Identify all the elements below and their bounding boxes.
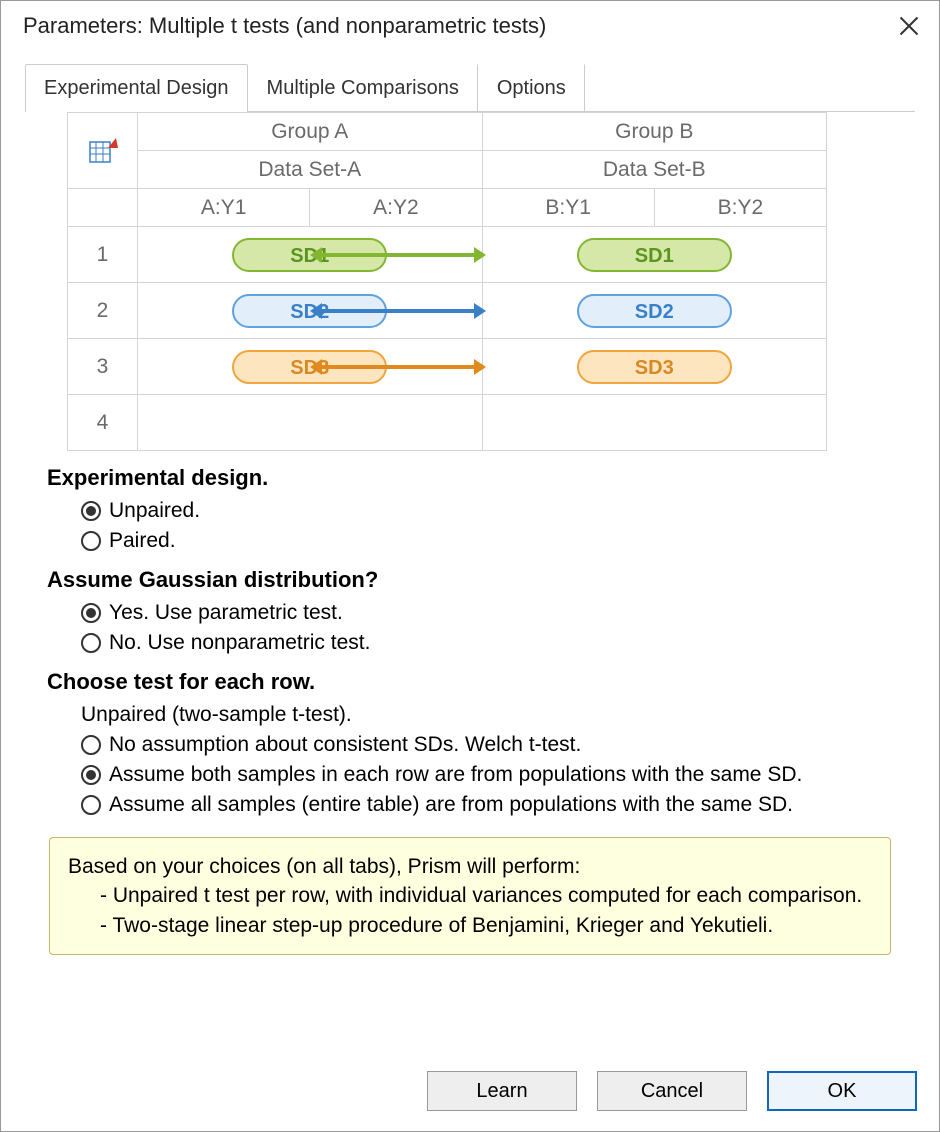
dialog-content: Experimental Design Multiple Comparisons… [1, 63, 939, 955]
cancel-button[interactable]: Cancel [597, 1071, 747, 1111]
row-header-2: 2 [68, 283, 138, 339]
col-header-group-b: Group B [482, 113, 827, 151]
tab-label: Multiple Comparisons [267, 77, 459, 99]
learn-button[interactable]: Learn [427, 1071, 577, 1111]
section-heading-gaussian: Assume Gaussian distribution? [47, 567, 915, 593]
radiogroup-design: Unpaired. Paired. [81, 499, 915, 553]
row-header-blank [68, 189, 138, 227]
button-label: Cancel [641, 1080, 703, 1103]
button-label: Learn [476, 1080, 527, 1103]
row-header-1: 1 [68, 227, 138, 283]
section-heading-test: Choose test for each row. [47, 669, 915, 695]
data-table-icon [88, 136, 118, 166]
col-header-by2: B:Y2 [654, 189, 826, 227]
cell-sd1-b: SD1 [482, 227, 827, 283]
tab-label: Options [497, 77, 566, 99]
radio-icon [81, 735, 101, 755]
sd-pill: SD1 [577, 238, 732, 272]
close-icon[interactable] [897, 14, 921, 38]
radio-label: Assume both samples in each row are from… [109, 763, 802, 787]
radiogroup-gaussian: Yes. Use parametric test. No. Use nonpar… [81, 601, 915, 655]
tab-experimental-design[interactable]: Experimental Design [25, 64, 248, 112]
sd-pill: SD2 [577, 294, 732, 328]
radio-icon [81, 531, 101, 551]
empty-cell [482, 395, 827, 451]
section-heading-design: Experimental design. [47, 465, 915, 491]
radio-unpaired[interactable]: Unpaired. [81, 499, 915, 523]
comparison-arrow-icon [318, 253, 478, 257]
comparison-arrow-icon [318, 309, 478, 313]
radio-paired[interactable]: Paired. [81, 529, 915, 553]
row-header-4: 4 [68, 395, 138, 451]
summary-panel: Based on your choices (on all tabs), Pri… [49, 837, 891, 955]
tab-multiple-comparisons[interactable]: Multiple Comparisons [248, 64, 478, 112]
dialog-window: Parameters: Multiple t tests (and nonpar… [0, 0, 940, 1132]
diagram-table: Group A Group B Data Set-A Data Set-B A:… [67, 112, 827, 451]
radio-icon [81, 633, 101, 653]
radio-label: No assumption about consistent SDs. Welc… [109, 733, 581, 757]
col-header-by1: B:Y1 [482, 189, 654, 227]
radio-label: Paired. [109, 529, 176, 553]
radio-label: Yes. Use parametric test. [109, 601, 343, 625]
radio-same-sd-row[interactable]: Assume both samples in each row are from… [81, 763, 915, 787]
col-header-ay2: A:Y2 [310, 189, 482, 227]
button-label: OK [828, 1080, 857, 1103]
table-icon-cell [68, 113, 138, 189]
summary-line: Based on your choices (on all tabs), Pri… [68, 852, 872, 881]
radio-label: Assume all samples (entire table) are fr… [109, 793, 793, 817]
radiogroup-test: No assumption about consistent SDs. Welc… [81, 733, 915, 817]
ok-button[interactable]: OK [767, 1071, 917, 1111]
tab-strip: Experimental Design Multiple Comparisons… [25, 63, 915, 112]
cell-sd2-b: SD2 [482, 283, 827, 339]
radio-same-sd-table[interactable]: Assume all samples (entire table) are fr… [81, 793, 915, 817]
radio-label: Unpaired. [109, 499, 200, 523]
radio-icon [81, 603, 101, 623]
dialog-title: Parameters: Multiple t tests (and nonpar… [23, 13, 546, 39]
radio-icon [81, 795, 101, 815]
col-header-ay1: A:Y1 [138, 189, 310, 227]
title-bar: Parameters: Multiple t tests (and nonpar… [1, 1, 939, 53]
comparison-arrow-icon [318, 365, 478, 369]
empty-cell [138, 395, 483, 451]
tab-label: Experimental Design [44, 77, 229, 99]
col-header-dataset-b: Data Set-B [482, 151, 827, 189]
tab-options[interactable]: Options [478, 64, 585, 112]
col-header-dataset-a: Data Set-A [138, 151, 483, 189]
button-bar: Learn Cancel OK [427, 1071, 917, 1111]
radio-icon [81, 501, 101, 521]
summary-line: - Two-stage linear step-up procedure of … [100, 911, 872, 940]
row-header-3: 3 [68, 339, 138, 395]
summary-line: - Unpaired t test per row, with individu… [100, 881, 872, 910]
radio-welch[interactable]: No assumption about consistent SDs. Welc… [81, 733, 915, 757]
radio-nonparametric[interactable]: No. Use nonparametric test. [81, 631, 915, 655]
test-subheading: Unpaired (two-sample t-test). [81, 703, 915, 727]
radio-label: No. Use nonparametric test. [109, 631, 370, 655]
radio-icon [81, 765, 101, 785]
cell-sd3-b: SD3 [482, 339, 827, 395]
sd-pill: SD3 [577, 350, 732, 384]
col-header-group-a: Group A [138, 113, 483, 151]
design-diagram: Group A Group B Data Set-A Data Set-B A:… [67, 112, 915, 451]
radio-parametric[interactable]: Yes. Use parametric test. [81, 601, 915, 625]
